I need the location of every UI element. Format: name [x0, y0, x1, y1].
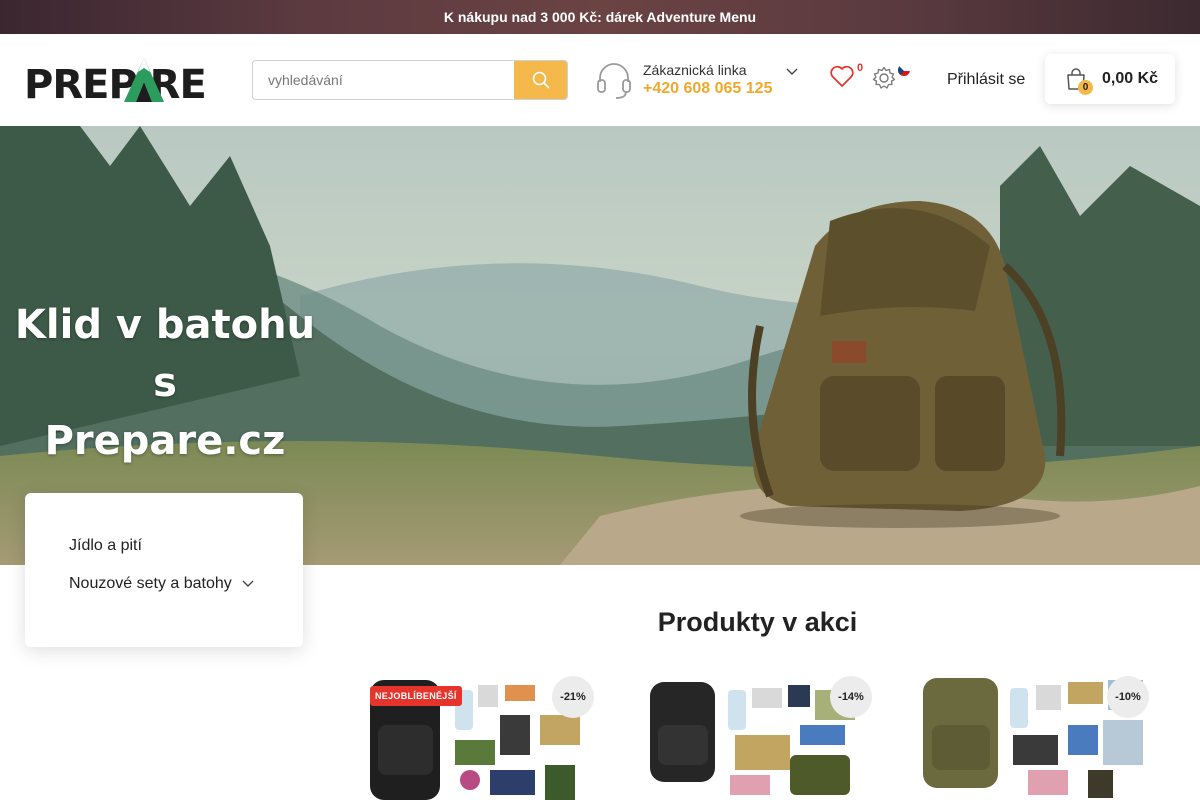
logo-wordmark: PREP RE	[24, 62, 207, 108]
promo-text: K nákupu nad 3 000 Kč: dárek Adventure M…	[443, 9, 757, 25]
cart-total: 0,00 Kč	[1102, 70, 1159, 87]
site-header: PREP RE Zákaznická linka +420 608 065 12…	[0, 34, 1200, 126]
product-card[interactable]: -14%	[640, 670, 880, 800]
cart-count-badge: 0	[1078, 80, 1093, 95]
chevron-down-icon[interactable]	[786, 68, 798, 76]
bestseller-badge: NEJOBLÍBENĚJŠÍ	[370, 686, 462, 706]
customer-hotline[interactable]: Zákaznická linka +420 608 065 125	[596, 58, 806, 104]
hero-title-line2: Prepare.cz	[44, 418, 286, 464]
search-button[interactable]	[514, 61, 567, 99]
product-card[interactable]: -10%	[918, 670, 1158, 800]
category-item-label: Jídlo a pití	[69, 537, 142, 554]
site-logo[interactable]: PREP RE	[24, 56, 224, 108]
hotline-label: Zákaznická linka	[643, 62, 747, 78]
login-link[interactable]: Přihlásit se	[947, 71, 1025, 89]
logo-mountain-icon	[124, 58, 164, 102]
settings-button[interactable]	[872, 66, 898, 92]
search-box	[252, 60, 568, 100]
discount-badge: -10%	[1107, 676, 1149, 718]
chevron-down-icon[interactable]	[242, 580, 254, 588]
headset-icon	[597, 63, 631, 99]
discount-badge: -14%	[830, 676, 872, 718]
gear-icon	[872, 66, 896, 89]
heart-icon	[830, 65, 854, 87]
search-icon	[532, 71, 549, 89]
category-menu: Jídlo a pití Nouzové sety a batohy	[25, 493, 303, 647]
wishlist-button[interactable]: 0	[829, 62, 865, 94]
discount-badge: -21%	[552, 676, 594, 718]
hotline-phone[interactable]: +420 608 065 125	[643, 80, 772, 98]
hero-title-line1: Klid v batohu s	[14, 302, 316, 406]
product-card[interactable]: NEJOBLÍBENĚJŠÍ -21%	[360, 670, 600, 800]
search-input[interactable]	[253, 61, 516, 99]
wishlist-count: 0	[857, 62, 864, 74]
category-item-label: Nouzové sety a batohy	[69, 575, 232, 592]
hero-title: Klid v batohu s Prepare.cz	[0, 296, 330, 470]
section-title: Produkty v akci	[657, 607, 858, 637]
category-item-food[interactable]: Jídlo a pití	[69, 537, 142, 555]
cart-button[interactable]: 0 0,00 Kč	[1045, 54, 1175, 104]
promo-bar: K nákupu nad 3 000 Kč: dárek Adventure M…	[0, 0, 1200, 34]
czech-flag-icon[interactable]	[898, 64, 910, 76]
category-item-emergency-sets[interactable]: Nouzové sety a batohy	[69, 575, 254, 593]
